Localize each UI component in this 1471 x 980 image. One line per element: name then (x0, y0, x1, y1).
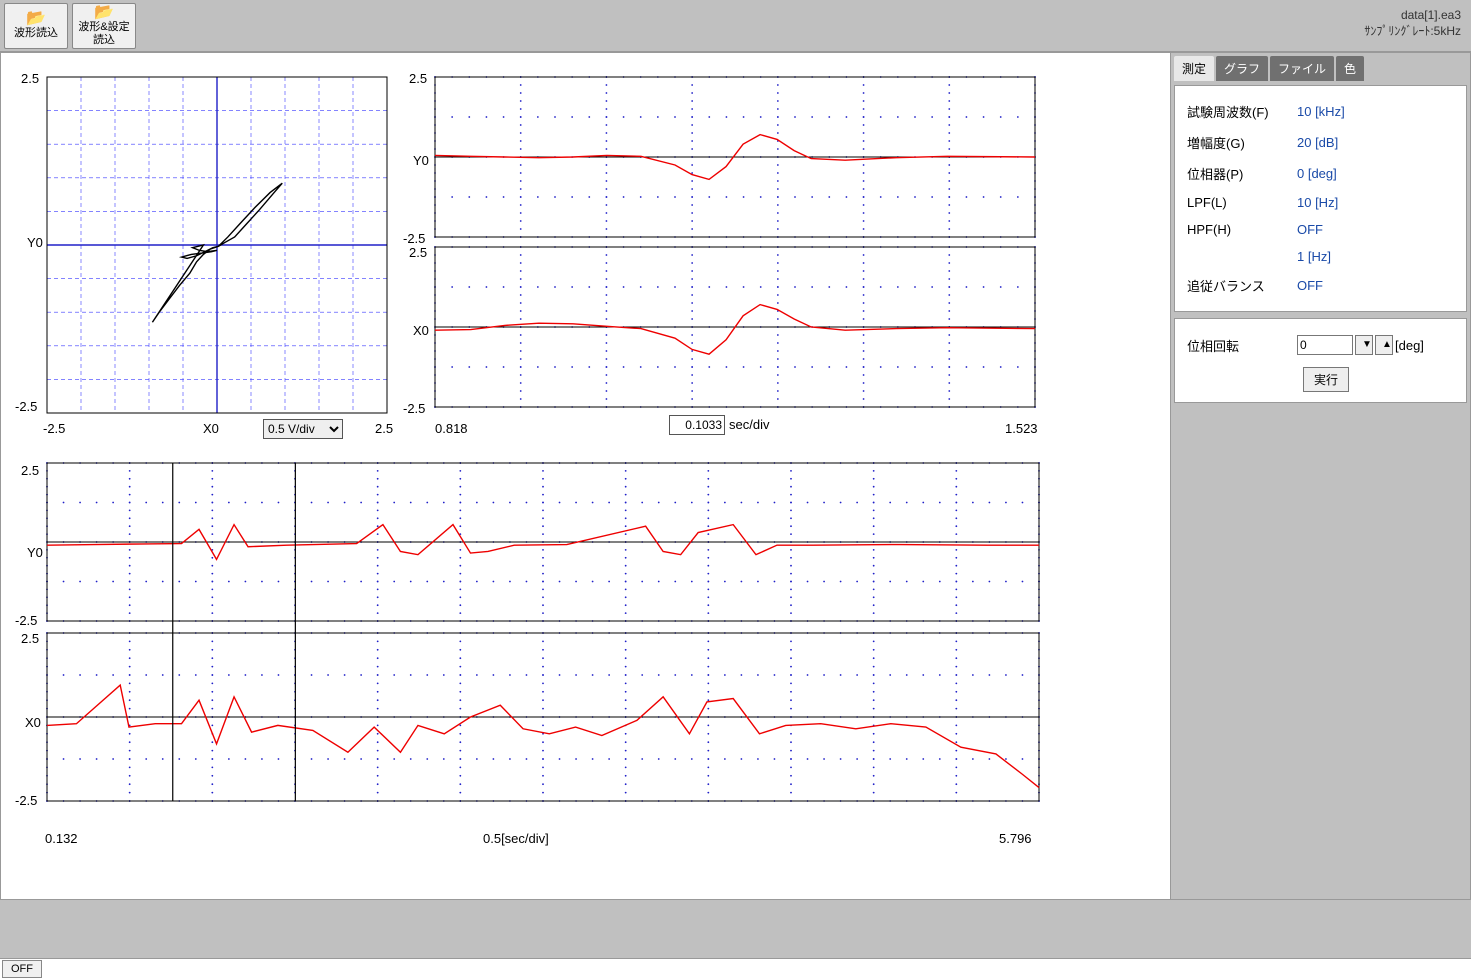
ts-full-plot: 2.5 Y0 -2.5 2.5 X0 -2.5 0.132 0.5[sec/di… (3, 453, 1041, 863)
xy-ymid: Y0 (27, 235, 43, 250)
ts-y-ymin: -2.5 (403, 231, 425, 246)
ts-y-ymid: Y0 (413, 153, 429, 168)
filename: data[1].ea3 (1364, 8, 1461, 24)
bt-x-ymin: -2.5 (15, 793, 37, 808)
ts-x-ymin: -2.5 (403, 401, 425, 416)
xy-xmin: -2.5 (43, 421, 65, 436)
lpf-value: 10 [Hz] (1295, 189, 1456, 216)
lpf-label: LPF(L) (1185, 189, 1295, 216)
load-waveform-label: 波形読込 (14, 27, 58, 39)
file-meta: data[1].ea3 ｻﾝﾌﾟﾘﾝｸﾞﾚｰﾄ:5kHz (1364, 8, 1461, 39)
bt-secdiv: 0.5[sec/div] (483, 831, 549, 846)
load-waveform-config-label: 波形&設定 読込 (78, 21, 129, 45)
bt-xmin: 0.132 (45, 831, 78, 846)
hpf-value: OFF (1295, 216, 1456, 243)
xy-ymax: 2.5 (21, 71, 39, 86)
bt-x-ymid: X0 (25, 715, 41, 730)
tab-color[interactable]: 色 (1336, 56, 1364, 81)
phase-rotate-panel: 位相回転 ▼ ▲ [deg] 実行 (1174, 318, 1467, 403)
bt-y-ymin: -2.5 (15, 613, 37, 628)
plot-area: 0.5 V/div 2.5 Y0 -2.5 -2.5 X0 2.5 2.5 Y0… (1, 53, 1170, 899)
ts-xmin: 0.818 (435, 421, 468, 436)
main-area: 0.5 V/div 2.5 Y0 -2.5 -2.5 X0 2.5 2.5 Y0… (0, 52, 1471, 900)
phase-value: 0 [deg] (1295, 158, 1456, 189)
load-waveform-config-button[interactable]: 📂 波形&設定 読込 (72, 3, 136, 49)
side-panel: 測定 グラフ ファイル 色 試験周波数(F) 10 [kHz] 増幅度(G) 2… (1170, 53, 1470, 899)
xy-xmax: 2.5 (375, 421, 393, 436)
bt-xmax: 5.796 (999, 831, 1032, 846)
phase-rotate-label: 位相回転 (1185, 329, 1295, 361)
hpf-value2: 1 [Hz] (1295, 243, 1456, 270)
folder-open-icon: 📂 (94, 5, 114, 21)
balance-label: 追従バランス (1185, 270, 1295, 301)
folder-open-icon: 📂 (26, 11, 46, 27)
freq-label: 試験周波数(F) (1185, 96, 1295, 127)
phase-rotate-up[interactable]: ▲ (1375, 335, 1393, 355)
phase-rotate-down[interactable]: ▼ (1355, 335, 1373, 355)
bt-y-ymid: Y0 (27, 545, 43, 560)
ts-y-ymax: 2.5 (409, 71, 427, 86)
ts-xmax: 1.523 (1005, 421, 1038, 436)
sec-per-div-input[interactable] (669, 415, 725, 435)
gain-label: 増幅度(G) (1185, 127, 1295, 158)
bt-x-ymax: 2.5 (21, 631, 39, 646)
gain-value: 20 [dB] (1295, 127, 1456, 158)
xy-ymin: -2.5 (15, 399, 37, 414)
status-bar: OFF (0, 958, 1471, 980)
balance-value: OFF (1295, 270, 1456, 301)
bt-y-ymax: 2.5 (21, 463, 39, 478)
params-panel: 試験周波数(F) 10 [kHz] 増幅度(G) 20 [dB] 位相器(P) … (1174, 85, 1467, 312)
phase-rotate-unit: [deg] (1395, 338, 1424, 353)
phase-rotate-exec-button[interactable]: 実行 (1303, 367, 1349, 392)
hpf-label: HPF(H) (1185, 216, 1295, 243)
sampling-rate: ｻﾝﾌﾟﾘﾝｸﾞﾚｰﾄ:5kHz (1364, 24, 1461, 40)
tab-graph[interactable]: グラフ (1216, 56, 1268, 81)
time-scrollbar[interactable] (43, 813, 1037, 831)
tab-measure[interactable]: 測定 (1174, 56, 1214, 81)
load-waveform-button[interactable]: 📂 波形読込 (4, 3, 68, 49)
xy-xmid: X0 (203, 421, 219, 436)
phase-rotate-input[interactable] (1297, 335, 1353, 355)
freq-value: 10 [kHz] (1295, 96, 1456, 127)
v-per-div-select[interactable]: 0.5 V/div (263, 419, 343, 439)
tab-file[interactable]: ファイル (1270, 56, 1334, 81)
status-off-tab[interactable]: OFF (2, 960, 42, 978)
ts-zoom-plot: 2.5 Y0 -2.5 2.5 X0 -2.5 0.818 1.523 (401, 61, 1041, 441)
xy-plot: 0.5 V/div 2.5 Y0 -2.5 -2.5 X0 2.5 (3, 61, 399, 451)
ts-x-ymax: 2.5 (409, 245, 427, 260)
sec-per-div-unit: sec/div (729, 417, 769, 432)
phase-label: 位相器(P) (1185, 158, 1295, 189)
toolbar: 📂 波形読込 📂 波形&設定 読込 data[1].ea3 ｻﾝﾌﾟﾘﾝｸﾞﾚｰ… (0, 0, 1471, 52)
side-tabs: 測定 グラフ ファイル 色 (1174, 56, 1467, 81)
ts-x-ymid: X0 (413, 323, 429, 338)
